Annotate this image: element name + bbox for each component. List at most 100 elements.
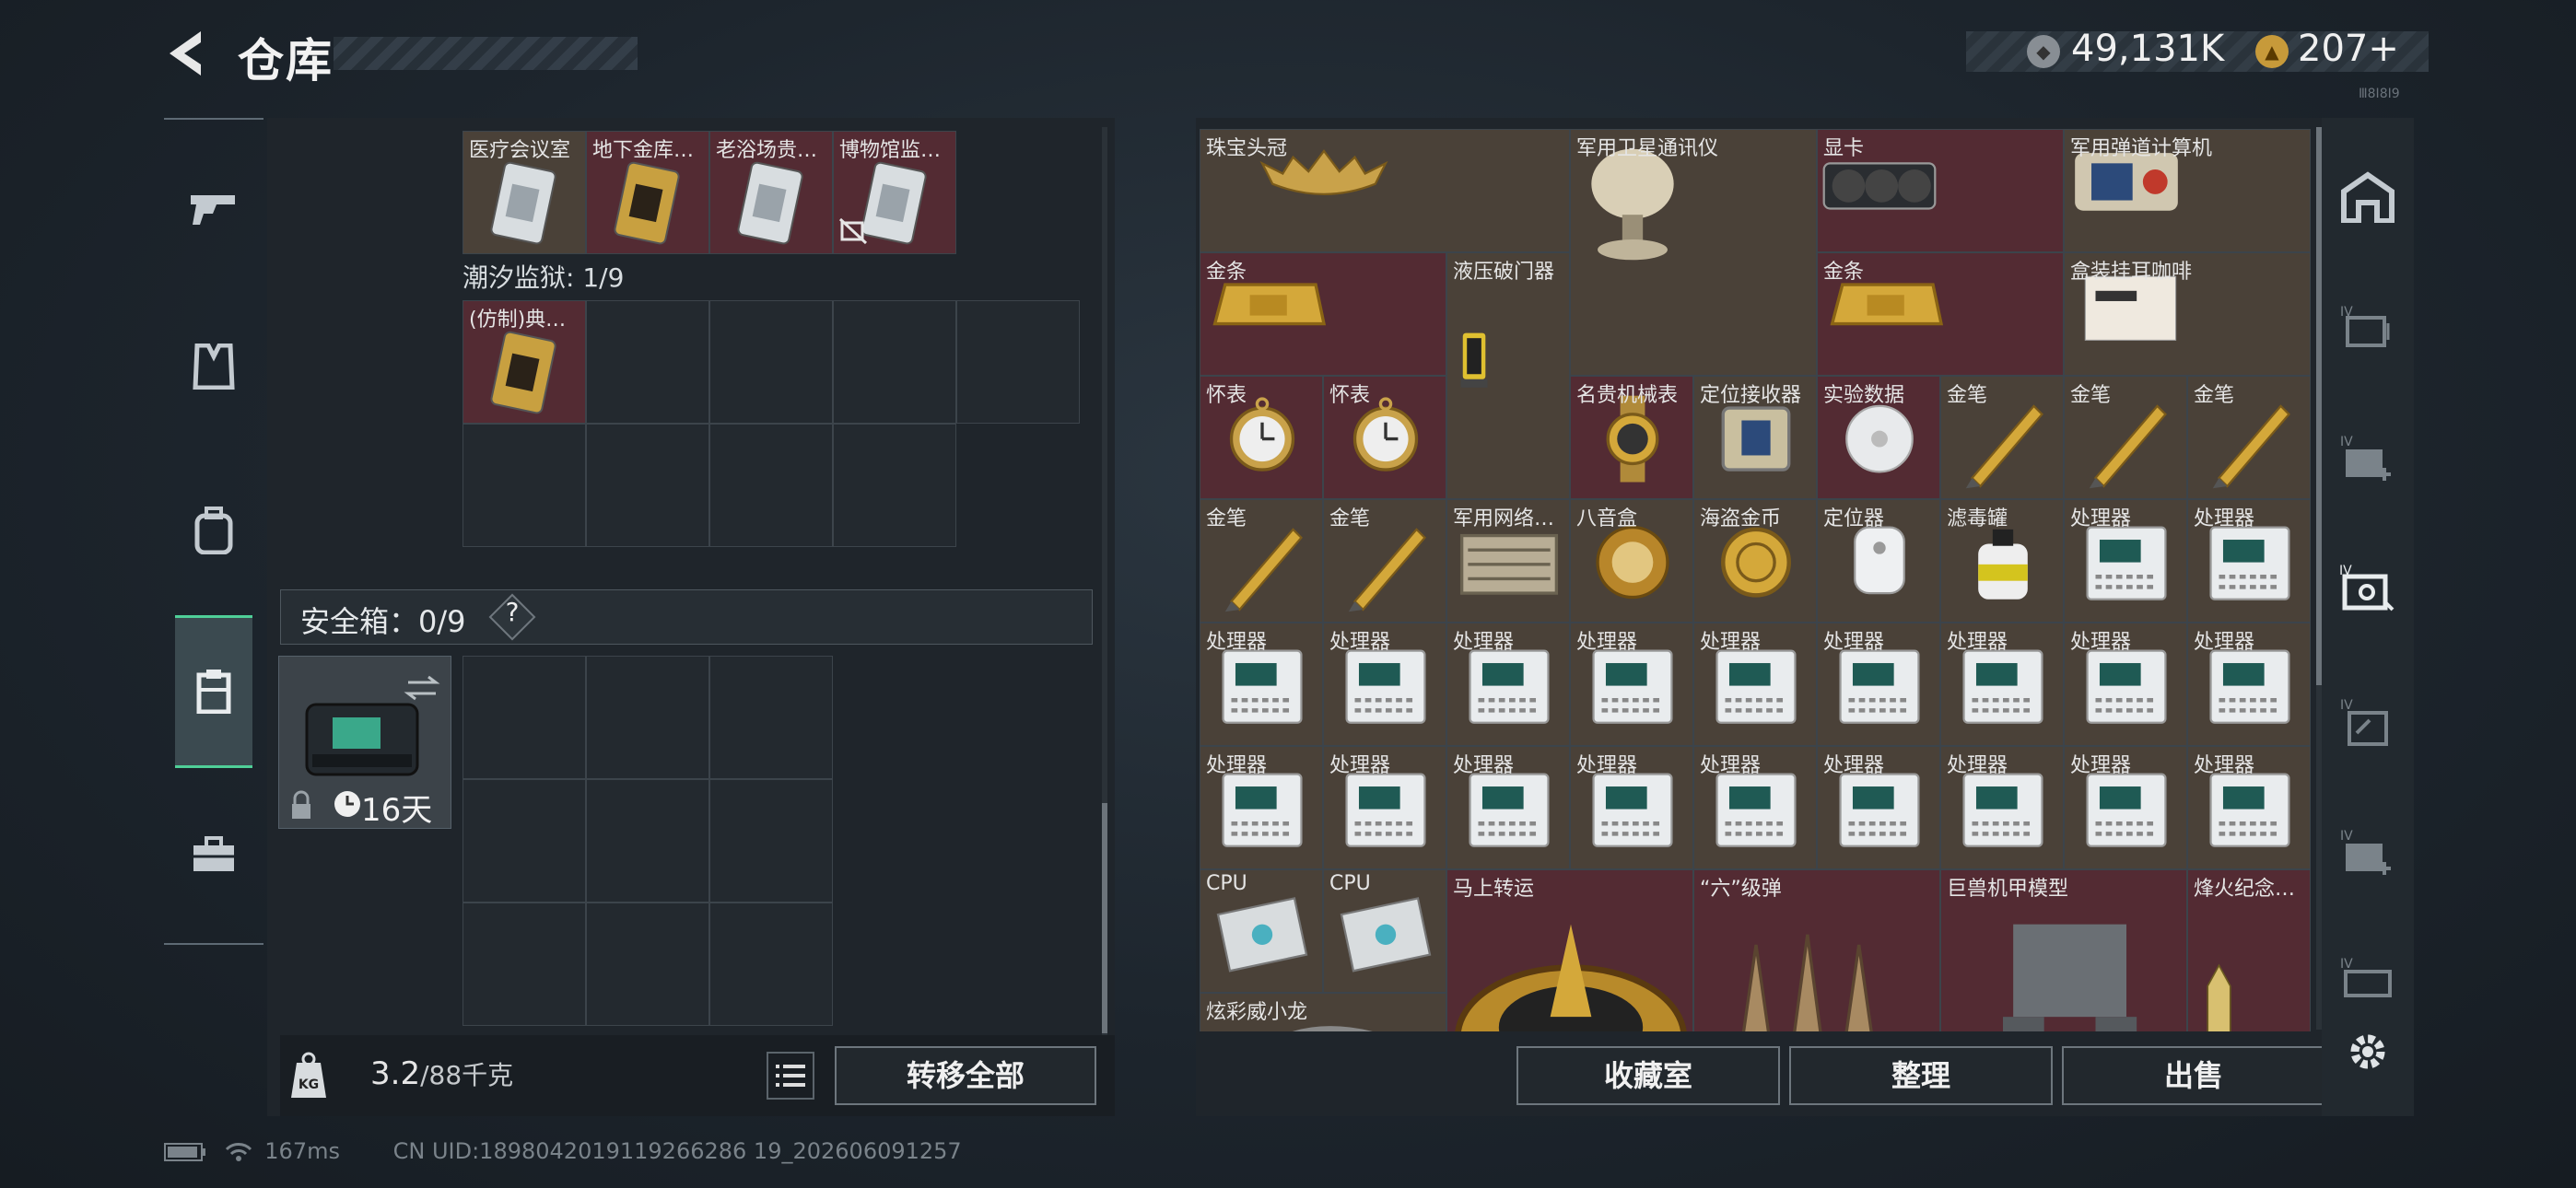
stash-item[interactable]: 处理器 — [2064, 746, 2187, 869]
stash-item[interactable]: 处理器 — [1570, 623, 1693, 746]
item-label: 处理器 — [1453, 631, 1515, 654]
safe-slot[interactable] — [586, 779, 709, 903]
stash-item[interactable]: 炫彩威小龙 — [1200, 993, 1446, 1031]
vault-icon[interactable] — [2338, 168, 2397, 227]
stash-item[interactable]: 处理器 — [2187, 499, 2311, 623]
medkit-icon[interactable]: IV — [2338, 429, 2397, 488]
stash-item[interactable]: 金笔 — [1323, 499, 1446, 623]
safe-slot[interactable] — [463, 656, 586, 779]
stash-item[interactable]: 处理器 — [1570, 746, 1693, 869]
stash-item[interactable]: 液压破门器 — [1446, 252, 1570, 499]
stash-item[interactable]: 海盗金币 — [1693, 499, 1817, 623]
safe-slot[interactable] — [709, 656, 833, 779]
keycard-icon[interactable]: IV — [2338, 558, 2397, 617]
settings-icon[interactable] — [2338, 1022, 2397, 1081]
stash-item[interactable]: 处理器 — [1693, 623, 1817, 746]
safe-slot[interactable] — [463, 903, 586, 1026]
stash-item[interactable]: 金笔 — [2187, 376, 2311, 499]
stash-item[interactable]: 实验数据 — [1817, 376, 1940, 499]
stash-item[interactable]: 处理器 — [1200, 746, 1323, 869]
card-case-icon[interactable]: IV — [2338, 297, 2397, 355]
stash-item[interactable]: 军用网络… — [1446, 499, 1570, 623]
left-scrollbar-thumb[interactable] — [1102, 803, 1107, 1033]
stash-item[interactable]: 处理器 — [1200, 623, 1323, 746]
stash-item[interactable]: 金条 — [1200, 252, 1446, 376]
tide-slot[interactable] — [833, 300, 956, 424]
gold-plus-button[interactable]: + — [2368, 28, 2399, 70]
stash-item[interactable]: 名贵机械表 — [1570, 376, 1693, 499]
medkit-icon-2[interactable]: IV — [2338, 823, 2397, 882]
stash-item[interactable]: 处理器 — [1693, 746, 1817, 869]
stash-item[interactable]: 处理器 — [1817, 746, 1940, 869]
stash-item[interactable]: 军用弹道计算机 — [2064, 129, 2311, 252]
stash-item[interactable]: “六”级弹 — [1693, 869, 1940, 1031]
toolbox-icon[interactable] — [175, 816, 252, 893]
key-icon[interactable]: IV — [2338, 693, 2397, 751]
weight-value: 3.2/88千克 — [370, 1055, 513, 1092]
stash-item[interactable]: 珠宝头冠 — [1200, 129, 1570, 252]
keycard-slot[interactable]: 老浴场贵… — [709, 131, 833, 254]
safe-slot[interactable] — [709, 779, 833, 903]
receiver-icon — [1721, 406, 1791, 472]
gun-icon[interactable] — [175, 169, 252, 247]
sell-button[interactable]: 出售 — [2062, 1046, 2325, 1105]
tide-slot[interactable] — [956, 300, 1080, 424]
stash-item[interactable]: 金条 — [1817, 252, 2064, 376]
stash-item[interactable]: 金笔 — [2064, 376, 2187, 499]
keycard-slot[interactable]: 地下金库… — [586, 131, 709, 254]
stash-item[interactable]: 处理器 — [2064, 499, 2187, 623]
stash-item[interactable]: 处理器 — [2187, 623, 2311, 746]
keycard-slot[interactable]: 医疗会议室 — [463, 131, 586, 254]
tide-slot[interactable] — [463, 424, 586, 547]
stash-item[interactable]: 处理器 — [1817, 623, 1940, 746]
collection-room-button[interactable]: 收藏室 — [1516, 1046, 1780, 1105]
stash-item[interactable]: 处理器 — [1323, 623, 1446, 746]
safe-slot[interactable] — [709, 903, 833, 1026]
stash-item[interactable]: 滤毒罐 — [1940, 499, 2064, 623]
backpack-icon[interactable] — [175, 492, 252, 569]
stash-item[interactable]: 盒装挂耳咖啡 — [2064, 252, 2311, 376]
gold-value[interactable]: 207+ — [2298, 28, 2399, 70]
stash-item[interactable]: 定位接收器 — [1693, 376, 1817, 499]
safe-slot[interactable] — [463, 779, 586, 903]
stash-item[interactable]: CPU — [1200, 869, 1323, 993]
ticket-icon[interactable]: IV — [2338, 949, 2397, 1007]
tide-slot[interactable] — [709, 300, 833, 424]
tide-slot[interactable] — [709, 424, 833, 547]
stash-item[interactable]: 定位器 — [1817, 499, 1940, 623]
stash-item[interactable]: 怀表 — [1200, 376, 1323, 499]
vest-icon[interactable] — [175, 328, 252, 405]
sort-button[interactable]: 整理 — [1789, 1046, 2053, 1105]
stash-item[interactable]: 显卡 — [1817, 129, 2064, 252]
safe-slot[interactable] — [586, 903, 709, 1026]
stash-item[interactable]: 巨兽机甲模型 — [1940, 869, 2187, 1031]
stash-item[interactable]: 军用卫星通讯仪 — [1570, 129, 1817, 376]
stash-item[interactable]: 处理器 — [1940, 623, 2064, 746]
stash-item[interactable]: 处理器 — [1446, 746, 1570, 869]
processor-icon — [2086, 649, 2167, 724]
list-view-button[interactable] — [767, 1052, 814, 1100]
tide-slot[interactable] — [586, 300, 709, 424]
stash-item[interactable]: 八音盒 — [1570, 499, 1693, 623]
help-question-mark[interactable]: ? — [496, 597, 529, 634]
container-icon[interactable] — [175, 652, 252, 729]
stash-item[interactable]: 金笔 — [1940, 376, 2064, 499]
back-arrow-icon[interactable] — [164, 28, 208, 79]
stash-item[interactable]: 处理器 — [2064, 623, 2187, 746]
transfer-all-button[interactable]: 转移全部 — [835, 1046, 1096, 1105]
stash-item[interactable]: 处理器 — [1323, 746, 1446, 869]
stash-item[interactable]: 烽火纪念… — [2187, 869, 2311, 1031]
stash-item[interactable]: 处理器 — [2187, 746, 2311, 869]
stash-item[interactable]: CPU — [1323, 869, 1446, 993]
tide-slot[interactable]: (仿制)典… — [463, 300, 586, 424]
stash-item[interactable]: 怀表 — [1323, 376, 1446, 499]
item-label: 处理器 — [2070, 754, 2132, 777]
stash-item[interactable]: 处理器 — [1446, 623, 1570, 746]
ping-value: 167ms — [264, 1138, 340, 1164]
stash-item[interactable]: 处理器 — [1940, 746, 2064, 869]
stash-item[interactable]: 金笔 — [1200, 499, 1323, 623]
tide-slot[interactable] — [833, 424, 956, 547]
safe-slot[interactable] — [586, 656, 709, 779]
stash-item[interactable]: 马上转运 — [1446, 869, 1693, 1031]
tide-slot[interactable] — [586, 424, 709, 547]
